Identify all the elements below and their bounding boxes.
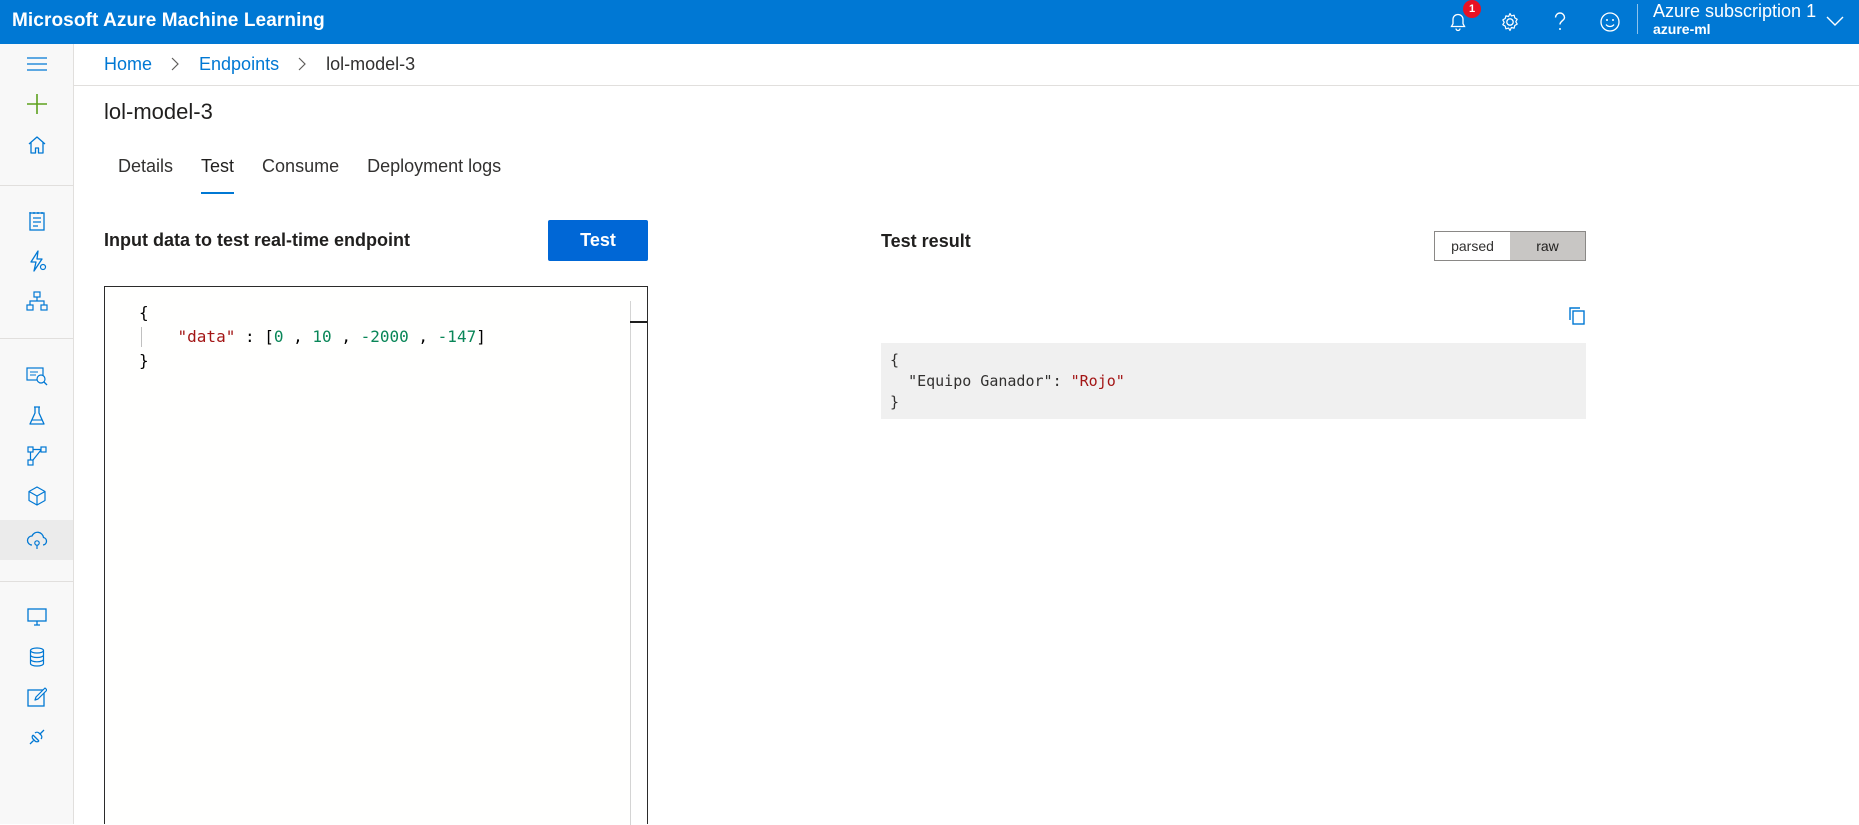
linked-services-icon[interactable] — [0, 717, 73, 757]
page-title: lol-model-3 — [104, 99, 213, 124]
code-value: 10 — [312, 327, 332, 346]
smiley-icon[interactable] — [1594, 6, 1626, 38]
chevron-right-icon — [297, 57, 307, 71]
code-close-brace: } — [139, 351, 149, 370]
code-value: -147 — [437, 327, 477, 346]
notebook-icon[interactable] — [0, 201, 73, 241]
breadcrumb-home[interactable]: Home — [104, 44, 152, 84]
account-switcher[interactable]: Azure subscription 1 azure-ml — [1653, 0, 1816, 44]
breadcrumb-bar: Home Endpoints lol-model-3 — [74, 44, 1859, 86]
home-icon[interactable] — [0, 125, 73, 165]
copy-icon[interactable] — [1566, 305, 1588, 327]
breadcrumb-current: lol-model-3 — [326, 54, 416, 74]
result-format-toggle: parsed raw — [1434, 231, 1586, 261]
datastores-icon[interactable] — [0, 637, 73, 677]
code-separator: , — [283, 327, 313, 346]
result-close-brace: } — [890, 393, 900, 411]
result-colon: : — [1052, 372, 1071, 390]
topbar-divider — [1637, 4, 1638, 34]
input-section-label: Input data to test real-time endpoint — [104, 230, 411, 250]
designer-icon[interactable] — [0, 281, 73, 321]
breadcrumb: Home Endpoints lol-model-3 — [104, 44, 415, 84]
editor-scrollbar-thumb[interactable] — [630, 301, 647, 323]
toggle-parsed[interactable]: parsed — [1435, 232, 1510, 260]
chevron-right-icon — [170, 57, 180, 71]
editor-scrollbar[interactable] — [630, 301, 647, 825]
compute-icon[interactable] — [0, 597, 73, 637]
tab-bar: Details Test Consume Deployment logs — [104, 150, 515, 194]
notification-count-badge: 1 — [1463, 0, 1481, 18]
datasets-icon[interactable] — [0, 356, 73, 396]
code-open-brace: { — [139, 303, 149, 322]
nav-separator — [0, 581, 73, 582]
result-output: { "Equipo Ganador": "Rojo" } — [881, 343, 1586, 419]
endpoints-icon[interactable] — [0, 520, 73, 560]
top-bar: Microsoft Azure Machine Learning 1 Azure… — [0, 0, 1859, 44]
result-section-label: Test result — [881, 231, 971, 251]
chevron-down-icon[interactable] — [1824, 10, 1846, 37]
gear-icon[interactable] — [1494, 6, 1526, 38]
pipelines-icon[interactable] — [0, 436, 73, 476]
subscription-name: Azure subscription 1 — [1653, 1, 1817, 21]
input-code: { "data" : [0 , 10 , -2000 , -147] } — [139, 301, 486, 373]
code-separator: , — [331, 327, 361, 346]
nav-separator — [0, 185, 73, 186]
breadcrumb-endpoints[interactable]: Endpoints — [199, 44, 279, 84]
result-key: "Equipo Ganador" — [908, 372, 1053, 390]
result-code: { "Equipo Ganador": "Rojo" } — [890, 350, 1125, 413]
result-value: "Rojo" — [1070, 372, 1125, 390]
tab-details[interactable]: Details — [104, 150, 187, 194]
models-icon[interactable] — [0, 476, 73, 516]
experiments-icon[interactable] — [0, 396, 73, 436]
code-open-bracket: [ — [264, 327, 274, 346]
workspace-name: azure-ml — [1653, 21, 1711, 37]
toggle-raw[interactable]: raw — [1510, 232, 1585, 260]
tab-consume[interactable]: Consume — [248, 150, 353, 194]
code-colon: : — [235, 327, 265, 346]
tab-deployment-logs[interactable]: Deployment logs — [353, 150, 515, 194]
left-nav — [0, 44, 74, 824]
code-key: "data" — [177, 327, 236, 346]
code-separator: , — [408, 327, 438, 346]
automl-icon[interactable] — [0, 241, 73, 281]
input-code-editor[interactable]: { "data" : [0 , 10 , -2000 , -147] } — [104, 286, 648, 825]
app-title[interactable]: Microsoft Azure Machine Learning — [12, 0, 325, 42]
plus-icon[interactable] — [0, 84, 73, 124]
test-button[interactable]: Test — [548, 220, 648, 261]
tab-test[interactable]: Test — [187, 150, 248, 194]
code-value: -2000 — [360, 327, 409, 346]
nav-separator — [0, 338, 73, 339]
help-icon[interactable] — [1544, 6, 1576, 38]
labeling-icon[interactable] — [0, 677, 73, 717]
code-close-bracket: ] — [476, 327, 486, 346]
code-value: 0 — [273, 327, 284, 346]
menu-icon[interactable] — [0, 44, 73, 84]
result-open-brace: { — [890, 351, 900, 369]
